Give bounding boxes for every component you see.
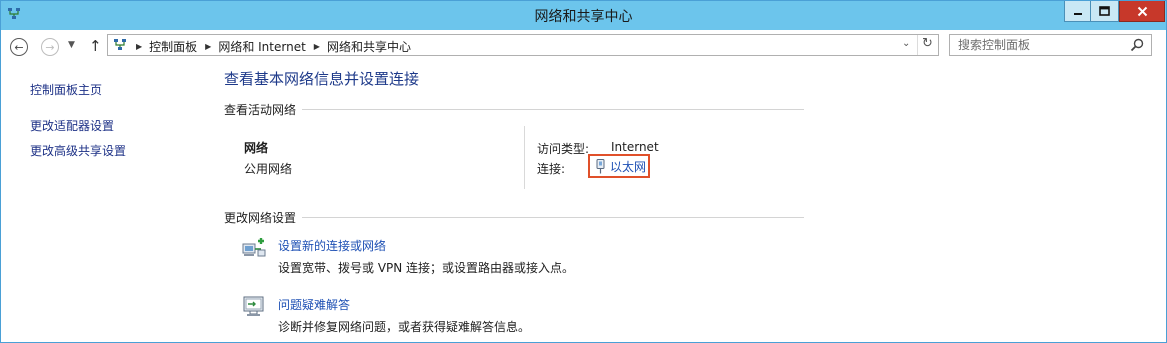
arrow-left-icon: ←	[14, 40, 24, 54]
network-name: 网络	[244, 141, 269, 155]
window-title: 网络和共享中心	[534, 9, 633, 25]
connections-label: 连接:	[537, 162, 566, 176]
access-type-value: Internet	[611, 140, 659, 154]
network-location-icon	[114, 39, 126, 50]
breadcrumb-separator-icon[interactable]: ▶	[205, 42, 211, 51]
network-sharing-center-window: 网络和共享中心 ← → ▼ ↑ ▶ 控制面板 ▶ 网络和 Internet ▶ …	[0, 0, 1167, 343]
address-history-chevron-down-icon[interactable]: ⌄	[902, 38, 910, 49]
refresh-icon[interactable]: ↻	[922, 36, 933, 51]
network-type: 公用网络	[244, 162, 293, 176]
search-box[interactable]	[949, 34, 1152, 56]
main-content: 查看基本网络信息并设置连接 查看活动网络 网络 公用网络 访问类型: Inter…	[1, 63, 1166, 341]
breadcrumb-network-sharing-center[interactable]: 网络和共享中心	[327, 38, 411, 55]
network-vertical-divider	[524, 126, 525, 189]
section-divider	[302, 108, 804, 110]
troubleshoot-problems-description: 诊断并修复网络问题，或者获得疑难解答信息。	[278, 320, 531, 334]
breadcrumb-control-panel[interactable]: 控制面板	[149, 38, 197, 55]
address-divider	[917, 35, 918, 55]
recent-locations-chevron-down-icon[interactable]: ▼	[68, 40, 75, 50]
arrow-right-icon: →	[45, 40, 55, 54]
access-type-label: 访问类型:	[537, 142, 590, 156]
troubleshoot-icon	[243, 296, 264, 316]
close-button[interactable]	[1119, 1, 1165, 22]
ethernet-adapter-icon	[596, 158, 605, 173]
active-networks-section-header: 查看活动网络	[224, 101, 804, 117]
navigation-bar: ← → ▼ ↑ ▶ 控制面板 ▶ 网络和 Internet ▶ 网络和共享中心 …	[1, 30, 1166, 63]
ethernet-connection-link[interactable]: 以太网	[588, 154, 650, 178]
setup-new-connection-description: 设置宽带、拨号或 VPN 连接；或设置路由器或接入点。	[278, 261, 575, 275]
setup-new-connection-link[interactable]: 设置新的连接或网络	[278, 237, 386, 254]
change-settings-section-header: 更改网络设置	[224, 209, 804, 225]
page-title: 查看基本网络信息并设置连接	[224, 70, 420, 88]
breadcrumb: ▶ 控制面板 ▶ 网络和 Internet ▶ 网络和共享中心	[136, 38, 419, 55]
section-divider	[302, 216, 804, 218]
breadcrumb-separator-icon[interactable]: ▶	[136, 42, 142, 51]
change-settings-heading: 更改网络设置	[224, 210, 297, 225]
up-arrow-icon[interactable]: ↑	[89, 37, 102, 55]
new-connection-icon	[242, 238, 266, 257]
forward-button[interactable]: →	[41, 38, 59, 56]
address-bar[interactable]: ▶ 控制面板 ▶ 网络和 Internet ▶ 网络和共享中心 ⌄ ↻	[107, 34, 939, 56]
back-button[interactable]: ←	[10, 38, 28, 56]
minimize-button[interactable]	[1064, 1, 1091, 22]
close-icon	[1137, 6, 1147, 16]
search-input[interactable]	[950, 35, 1128, 55]
active-networks-heading: 查看活动网络	[224, 102, 297, 117]
minimize-icon	[1073, 13, 1082, 15]
breadcrumb-network-internet[interactable]: 网络和 Internet	[218, 38, 305, 55]
search-icon[interactable]	[1130, 38, 1144, 52]
breadcrumb-separator-icon[interactable]: ▶	[314, 42, 320, 51]
maximize-icon	[1099, 6, 1110, 16]
title-bar[interactable]: 网络和共享中心	[1, 1, 1166, 30]
maximize-button[interactable]	[1090, 1, 1119, 22]
connection-name[interactable]: 以太网	[610, 158, 646, 175]
troubleshoot-problems-link[interactable]: 问题疑难解答	[278, 296, 350, 313]
